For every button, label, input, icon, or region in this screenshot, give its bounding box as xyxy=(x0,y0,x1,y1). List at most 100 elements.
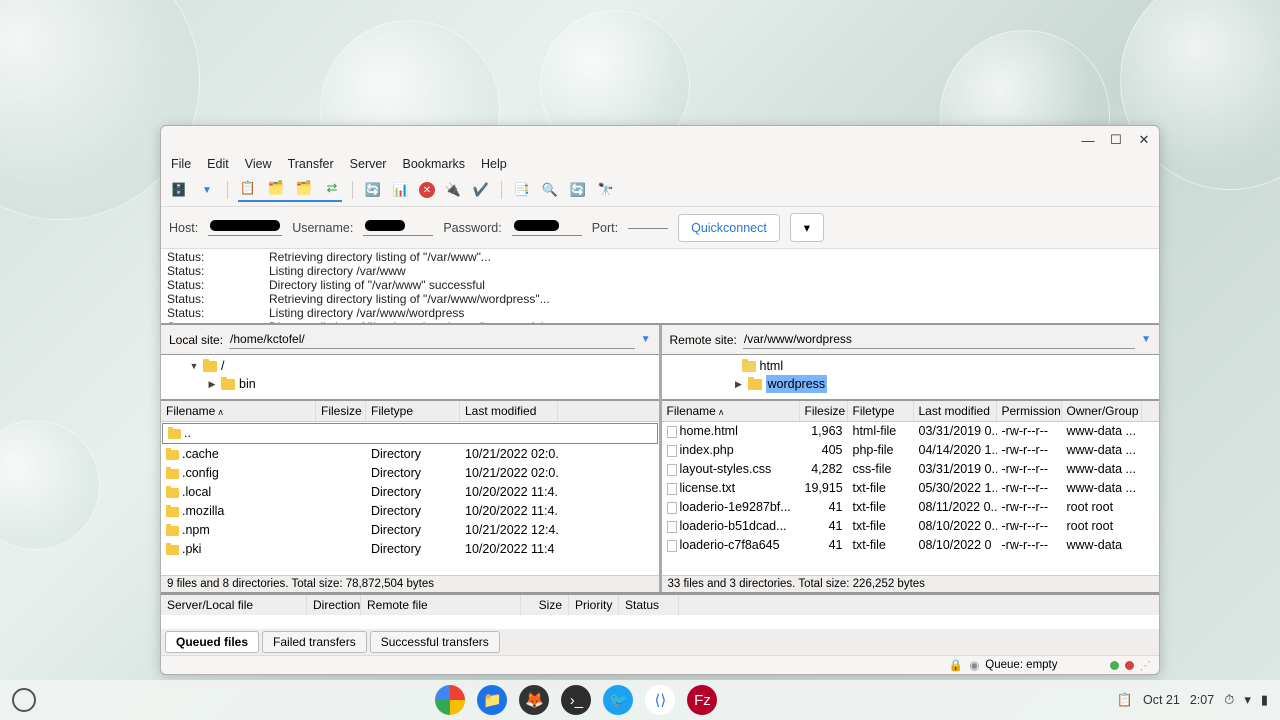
remote-tree[interactable]: html ▶ wordpress xyxy=(662,355,1160,401)
toggle-remote-tree-icon[interactable]: 🗂️ xyxy=(294,178,314,198)
status-dot-red xyxy=(1125,661,1134,670)
compare-icon[interactable]: 🔍 xyxy=(540,180,560,200)
qcol-server[interactable]: Server/Local file xyxy=(161,595,307,615)
cancel-icon[interactable]: ✕ xyxy=(419,182,435,198)
system-tray[interactable]: 📋 Oct 21 2:07 ⏱ ▾ ▮ xyxy=(1117,692,1268,708)
col-modified[interactable]: Last modified xyxy=(460,401,558,421)
col-permissions[interactable]: Permissions xyxy=(997,401,1062,421)
expand-icon[interactable]: ▶ xyxy=(734,375,744,393)
list-item[interactable]: index.php405php-file04/14/2020 1...-rw-r… xyxy=(662,441,1160,460)
files-icon[interactable]: 📁 xyxy=(477,685,507,715)
tree-node-wordpress[interactable]: wordpress xyxy=(766,375,828,393)
col-filetype[interactable]: Filetype xyxy=(366,401,460,421)
local-tree[interactable]: ▼ / ▶ bin xyxy=(161,355,659,401)
collapse-icon[interactable]: ▼ xyxy=(189,357,199,375)
list-item[interactable]: loaderio-b51dcad...41txt-file08/10/2022 … xyxy=(662,517,1160,536)
menu-file[interactable]: File xyxy=(171,157,191,171)
list-item[interactable]: .npmDirectory10/21/2022 12:4... xyxy=(161,521,659,540)
list-item[interactable]: .cacheDirectory10/21/2022 02:0... xyxy=(161,445,659,464)
qcol-priority[interactable]: Priority xyxy=(569,595,619,615)
list-item[interactable]: license.txt19,915txt-file05/30/2022 1...… xyxy=(662,479,1160,498)
username-input[interactable] xyxy=(363,219,433,236)
tab-successful[interactable]: Successful transfers xyxy=(370,631,500,653)
list-item[interactable]: .. xyxy=(162,423,658,444)
menu-server[interactable]: Server xyxy=(350,157,387,171)
col-filename[interactable]: Filenameʌ xyxy=(662,401,800,421)
toggle-log-icon[interactable]: 📋 xyxy=(238,178,258,198)
chevron-down-icon[interactable]: ▼ xyxy=(197,180,217,200)
col-owner[interactable]: Owner/Group xyxy=(1062,401,1142,421)
qcol-direction[interactable]: Direction xyxy=(307,595,361,615)
port-input[interactable] xyxy=(628,226,668,229)
battery-icon[interactable]: ▮ xyxy=(1261,692,1268,708)
col-modified[interactable]: Last modified xyxy=(914,401,997,421)
quickconnect-button[interactable]: Quickconnect xyxy=(678,214,780,242)
tree-node-root[interactable]: / xyxy=(221,357,224,375)
quickconnect-dropdown[interactable]: ▾ xyxy=(790,213,824,242)
qcol-status[interactable]: Status xyxy=(619,595,679,615)
tree-node-bin[interactable]: bin xyxy=(239,375,256,393)
tree-node-html[interactable]: html xyxy=(760,357,784,375)
password-label: Password: xyxy=(443,221,501,235)
remote-path-input[interactable]: /var/www/wordpress xyxy=(743,330,1135,349)
menu-view[interactable]: View xyxy=(245,157,272,171)
menu-bookmarks[interactable]: Bookmarks xyxy=(402,157,465,171)
host-input[interactable] xyxy=(208,219,282,236)
list-item[interactable]: loaderio-1e9287bf...41txt-file08/11/2022… xyxy=(662,498,1160,517)
chrome-icon[interactable] xyxy=(435,685,465,715)
local-path-input[interactable]: /home/kctofel/ xyxy=(229,330,635,349)
maximize-icon[interactable]: ☐ xyxy=(1109,132,1123,148)
list-item[interactable]: .pkiDirectory10/20/2022 11:4 xyxy=(161,540,659,559)
password-input[interactable] xyxy=(512,219,582,236)
menu-help[interactable]: Help xyxy=(481,157,507,171)
twitter-icon[interactable]: 🐦 xyxy=(603,685,633,715)
menu-edit[interactable]: Edit xyxy=(207,157,229,171)
list-item[interactable]: loaderio-c7f8a64541txt-file08/10/2022 0-… xyxy=(662,536,1160,555)
remote-path-dropdown[interactable]: ▼ xyxy=(1141,334,1151,345)
resize-grip-icon[interactable]: ⋰ xyxy=(1140,658,1152,672)
col-filesize[interactable]: Filesize xyxy=(800,401,848,421)
tab-queued[interactable]: Queued files xyxy=(165,631,259,653)
list-item[interactable]: home.html1,963html-file03/31/2019 0...-r… xyxy=(662,422,1160,441)
message-log[interactable]: Status:Retrieving directory listing of "… xyxy=(161,249,1159,325)
terminal-icon[interactable]: ›_ xyxy=(561,685,591,715)
wifi-icon[interactable]: ▾ xyxy=(1244,692,1251,708)
toggle-local-tree-icon[interactable]: 🗂️ xyxy=(266,178,286,198)
filezilla-icon[interactable]: Fz xyxy=(687,685,717,715)
notifications-icon[interactable]: ⏱ xyxy=(1224,692,1234,708)
bottom-status: 🔒 ◉ Queue: empty ⋰ xyxy=(161,655,1159,674)
local-file-list[interactable]: ...cacheDirectory10/21/2022 02:0....conf… xyxy=(161,422,659,575)
list-item[interactable]: layout-styles.css4,282css-file03/31/2019… xyxy=(662,460,1160,479)
status-dot-green xyxy=(1110,661,1119,670)
process-queue-icon[interactable]: 📊 xyxy=(391,180,411,200)
toggle-queue-icon[interactable]: ⇄ xyxy=(322,178,342,198)
remote-file-list[interactable]: home.html1,963html-file03/31/2019 0...-r… xyxy=(662,422,1160,575)
queue-status: Queue: empty xyxy=(985,659,1057,671)
col-filetype[interactable]: Filetype xyxy=(848,401,914,421)
search-icon[interactable]: 🔭 xyxy=(596,180,616,200)
queue-body[interactable] xyxy=(161,615,1159,629)
sync-browse-icon[interactable]: 🔄 xyxy=(568,180,588,200)
qcol-remote[interactable]: Remote file xyxy=(361,595,521,615)
col-filename[interactable]: Filenameʌ xyxy=(161,401,316,421)
tab-failed[interactable]: Failed transfers xyxy=(262,631,367,653)
list-item[interactable]: .mozillaDirectory10/20/2022 11:4... xyxy=(161,502,659,521)
minimize-icon[interactable]: — xyxy=(1081,133,1095,148)
local-path-dropdown[interactable]: ▼ xyxy=(641,334,651,345)
close-icon[interactable]: ✕ xyxy=(1137,132,1151,148)
expand-icon[interactable]: ▶ xyxy=(207,375,217,393)
reconnect-icon[interactable]: ✔️ xyxy=(471,180,491,200)
list-item[interactable]: .configDirectory10/21/2022 02:0... xyxy=(161,464,659,483)
vscode-icon[interactable]: ⟨⟩ xyxy=(645,685,675,715)
launcher-icon[interactable] xyxy=(12,688,36,712)
menu-transfer[interactable]: Transfer xyxy=(288,157,334,171)
refresh-icon[interactable]: 🔄 xyxy=(363,180,383,200)
app-icon[interactable]: 🦊 xyxy=(519,685,549,715)
list-item[interactable]: .localDirectory10/20/2022 11:4... xyxy=(161,483,659,502)
filter-icon[interactable]: 📑 xyxy=(512,180,532,200)
col-filesize[interactable]: Filesize xyxy=(316,401,366,421)
clipboard-icon[interactable]: 📋 xyxy=(1117,692,1133,708)
site-manager-icon[interactable]: 🗄️ xyxy=(169,180,189,200)
disconnect-icon[interactable]: 🔌 xyxy=(443,180,463,200)
qcol-size[interactable]: Size xyxy=(521,595,569,615)
